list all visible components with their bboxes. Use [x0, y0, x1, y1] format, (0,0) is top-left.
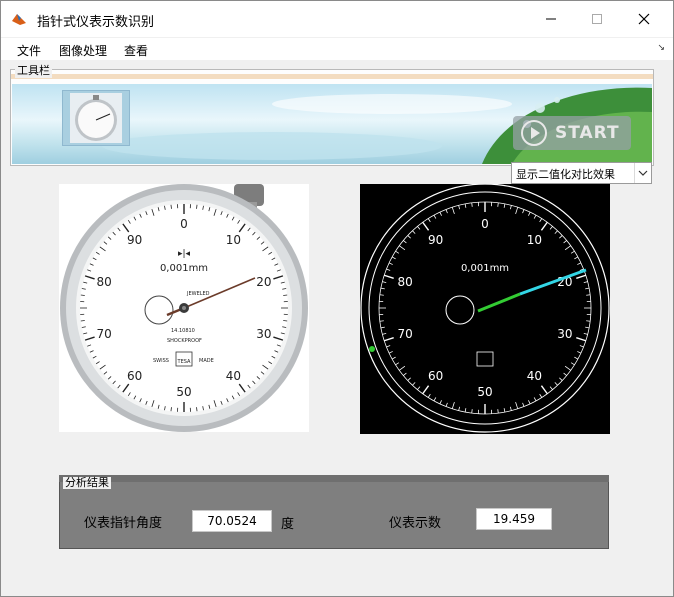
dial-tick [497, 409, 499, 414]
toolbar-label: 工具栏 [15, 62, 52, 78]
matlab-icon [12, 14, 26, 25]
toolbar-accent-strip [11, 74, 653, 79]
dial-tick [196, 407, 198, 412]
dial-number: 90 [428, 233, 443, 247]
binary-gauge-svg: 0102030405060708090 0,001mm [360, 183, 610, 434]
angle-value-field[interactable]: 70.0524 [192, 510, 272, 532]
close-button[interactable] [621, 1, 667, 37]
dial-tick [170, 407, 172, 412]
menu-bar: 文件 图像处理 查看 ↘ [1, 38, 673, 60]
dial-tick [586, 320, 591, 322]
angle-label: 仪表指针角度 [84, 516, 163, 531]
dial-number: 20 [256, 275, 271, 289]
dial-number: 80 [96, 275, 111, 289]
gauge-swiss-label: SWISS [153, 358, 169, 364]
dial-tick [586, 294, 591, 296]
dial-number: 40 [527, 369, 542, 383]
dial-tick [379, 320, 384, 322]
dial-tick [471, 409, 473, 414]
dial-tick [471, 202, 473, 207]
start-button[interactable]: START [513, 116, 631, 150]
minimize-button[interactable] [528, 1, 574, 37]
dial-tick [80, 294, 85, 296]
toolbar-banner: START [12, 84, 652, 164]
menu-view[interactable]: 查看 [124, 42, 148, 59]
close-icon [638, 13, 650, 25]
dial-number: 10 [527, 233, 542, 247]
toolbar-open-image-button[interactable] [62, 90, 130, 146]
start-button-label: START [555, 123, 620, 143]
dial-number: 50 [477, 385, 492, 399]
binary-resolution-label: 0,001mm [461, 263, 509, 274]
gauge-shockproof-label: SHOCKPROOF [167, 338, 202, 344]
dial-number: 10 [226, 233, 241, 247]
dial-tick [80, 320, 85, 322]
menu-file[interactable]: 文件 [17, 42, 41, 59]
app-window: 指针式仪表示数识别 文件 图像处理 查看 ↘ 工具栏 START 显示二值化对比… [0, 0, 674, 597]
dial-number: 80 [397, 275, 412, 289]
results-panel: 分析结果 仪表指针角度 70.0524 度 仪表示数 19.459 [59, 475, 609, 549]
dial-tick [379, 294, 384, 296]
play-icon [521, 120, 547, 146]
dial-tick [497, 202, 499, 207]
dial-number: 70 [96, 327, 111, 341]
reading-label: 仪表示数 [389, 516, 442, 531]
dial-number: 30 [256, 327, 271, 341]
gauge-jewel-label: JEWELED [186, 291, 210, 297]
results-title: 分析结果 [63, 476, 111, 489]
dial-tick [283, 320, 288, 322]
dial-tick [170, 204, 172, 209]
dial-number: 50 [176, 385, 191, 399]
dial-number: 60 [428, 369, 443, 383]
binary-gauge-image: 0 10 20 30 40 50 60 70 80 90 0,001mm [360, 183, 610, 434]
gauge-thumbnail-icon [70, 93, 122, 143]
window-title: 指针式仪表示数识别 [37, 15, 155, 30]
dial-number: 0 [481, 217, 489, 231]
dial-number: 70 [397, 327, 412, 341]
dock-arrow-icon[interactable]: ↘ [657, 43, 665, 53]
reading-value-field[interactable]: 19.459 [476, 508, 552, 530]
menu-image-processing[interactable]: 图像处理 [59, 42, 107, 59]
original-gauge-svg: 0102030405060708090 ▸|◂ 0,001mm JEWELED … [60, 184, 308, 432]
dial-tick [283, 294, 288, 296]
maximize-button[interactable] [574, 1, 620, 37]
dial-number: 40 [226, 369, 241, 383]
display-mode-select[interactable]: 显示二值化对比效果 [511, 162, 652, 184]
dial-number: 30 [557, 327, 572, 341]
maximize-icon [592, 14, 602, 24]
dial-number: 0 [180, 217, 188, 231]
minimize-icon [546, 18, 556, 20]
svg-text:▸|◂: ▸|◂ [178, 249, 191, 259]
gauge-resolution-label: 0,001mm [160, 263, 208, 274]
display-mode-value: 显示二值化对比效果 [516, 168, 615, 181]
gauge-serial-label: 14.10810 [171, 328, 195, 334]
gauge-made-label: MADE [199, 358, 214, 364]
gauge-brand-label: TESA [177, 359, 191, 365]
original-gauge-image: 0 10 20 30 40 50 60 70 80 90 ▸|◂ 0,001mm JEWELED … [59, 184, 309, 432]
chevron-down-icon [634, 163, 651, 183]
results-panel-header [59, 475, 609, 482]
angle-unit: 度 [281, 517, 295, 532]
dial-number: 60 [127, 369, 142, 383]
dial-tick [196, 204, 198, 209]
title-bar: 指针式仪表示数识别 [1, 1, 673, 37]
toolbar-panel: 工具栏 START [10, 62, 654, 166]
dial-number: 90 [127, 233, 142, 247]
